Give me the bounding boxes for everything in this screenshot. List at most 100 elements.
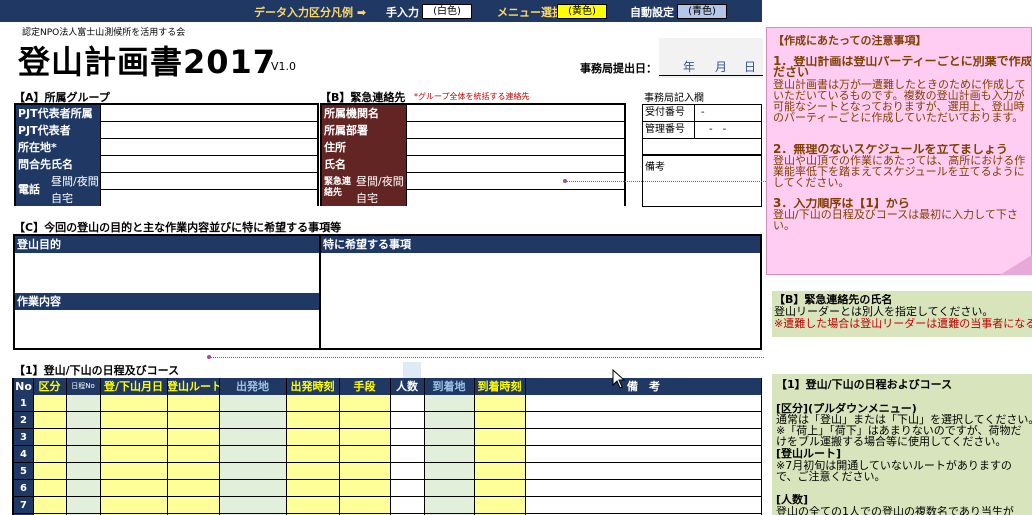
sched-col-departure: 出発地 [219,378,286,395]
b-home-label: 自宅 [354,190,406,206]
row-number: 1 [20,398,27,409]
note-body: 登山計画書は万が一遭難したときのために作成していただいているものです。複数の登山… [773,79,1026,123]
office-table: 受付番号 - 管理番号 - - [642,104,762,155]
note-heading: [区分](プルダウンメニュー) [776,403,917,414]
row-number: 4 [20,449,27,460]
work-input[interactable] [15,310,319,348]
sched-arrival-column [424,395,474,515]
sched-route-column[interactable] [167,395,219,515]
b-emergency-label: 緊急連絡先 [322,173,354,206]
notes-pink-title: 【作成にあたっての注意事項】 [773,35,927,46]
comment-dot [207,355,211,359]
reception-label: 受付番号 [643,105,695,122]
b-row-label: 所属機関名 [322,105,406,122]
sched-col-arrival: 到着地 [424,378,474,395]
notes-green-1-title: 【1】登山/下山の日程およびコース [776,379,953,390]
sched-arrtime-column[interactable] [474,395,525,515]
page-title: 登山計画書2017 [18,43,277,81]
notes-green-b-panel: 【B】緊急連絡先の氏名 登山リーダーとは別人を指定してください。 ※遭難した場合… [772,291,1032,337]
note-warning: ※7月初旬は開通していないルートがありますので、ご注意ください。 [776,460,1012,482]
sched-date-column[interactable] [100,395,167,515]
sched-col-route: 登山ルート [167,378,219,395]
reception-value[interactable]: - [695,105,761,122]
b-daynight-label: 昼間/夜間 [354,173,406,190]
comment-dot [563,179,567,183]
note-body: 登山リーダーとは別人を指定してください。 [774,306,994,317]
sched-departure-column [219,395,286,515]
submit-day: 日 [744,60,757,74]
purpose-header: 登山目的 [15,236,319,253]
sched-col-kubun: 区分 [33,378,66,395]
remarks-label: 備考 [645,162,665,173]
b-row-label: 所属部署 [322,122,406,139]
sched-col-date: 登/下山月日 [100,378,167,395]
sched-kubun-column[interactable] [33,395,66,515]
legend-auto-swatch: (青色) [677,4,727,19]
sched-col-no: No [14,378,33,395]
sched-means-column[interactable] [339,395,390,515]
notes-pink-panel: 【作成にあたっての注意事項】 1．登山計画は登山パーティーごとに別葉で作成してく… [766,27,1032,275]
sched-col-means: 手段 [339,378,390,395]
b-input-column[interactable] [406,105,624,206]
sched-people-column[interactable] [390,395,424,515]
submit-month: 月 [715,60,728,74]
sched-col-schedno: 日程No [66,378,100,395]
sched-schedno-column [66,395,100,515]
sched-col-remarks: 備 考 [525,378,762,395]
mouse-cursor-icon [612,369,626,389]
wishes-header: 特に希望する事項 [321,236,760,253]
a-phone-label: 電話 [16,173,49,206]
note-heading: [登山ルート] [776,448,842,459]
note-heading: 2．無理のないスケジュールを立てましょう [773,144,1008,155]
note-body: 通常は「登山」または「下山」を選択してください。 [776,414,1032,425]
sched-col-people: 人数 [390,378,424,395]
note-body: 登山/下山の日程及びコースは最初に入力して下さい。 [773,209,1018,231]
section-c-title: 【C】今回の登山の目的と主な作業内容並びに特に希望する事項等 [14,221,342,234]
a-row-label: PJT代表者 [16,122,100,139]
sched-deptime-column[interactable] [286,395,339,515]
b-row-label: 住所 [322,139,406,156]
sched-row-numbers: 1 2 3 4 5 6 7 [14,395,33,515]
note-body: 登山や山頂での作業にあたっては、高所における作業能率低下を踏まえてスケジュールを… [773,155,1026,188]
sched-col-deptime: 出発時刻 [286,378,339,395]
a-home-label: 自宅 [49,190,100,206]
row-number: 3 [20,432,27,443]
purpose-input[interactable] [15,253,319,293]
column-highlight [403,362,421,378]
section-c-table: 登山目的 作業内容 特に希望する事項 [13,234,762,350]
note-body: 登山の全ての1人での登山の複数名であり当生が [776,506,1014,515]
section-b-table: 所属機関名 所属部署 住所 氏名 緊急連絡先 昼間/夜間 自宅 [320,103,626,206]
schedule-table: No 区分 日程No 登/下山月日 登山ルート 出発地 出発時刻 手段 人数 到… [12,378,762,515]
section-b-note: *グループ全体を統括する連絡先 [414,92,530,101]
row-number: 2 [20,415,27,426]
notes-green-b-title: 【B】緊急連絡先の氏名 [774,294,893,305]
a-daynight-label: 昼間/夜間 [49,173,100,190]
work-header: 作業内容 [15,293,319,310]
management-value[interactable]: - - [695,122,761,139]
wishes-input[interactable] [321,253,760,348]
schedule-title: 【1】登山/下山の日程及びコース [14,364,180,377]
a-input-column[interactable] [100,105,317,206]
row-number: 5 [20,466,27,477]
legend-auto-label: 自動設定 [630,6,674,19]
legend-manual-label: 手入力 [386,6,419,19]
sched-remarks-column[interactable] [525,395,762,515]
legend-menu-label: メニュー選択 [497,6,563,19]
legend-manual-swatch: (白色) [422,4,472,19]
note-heading: 3．入力順序は【1】から [773,198,910,209]
comment-connector [209,357,764,358]
row-number: 7 [20,500,27,511]
note-heading: 1．登山計画は登山パーティーごとに別葉で作成してください [773,56,1032,78]
row-number: 6 [20,483,27,494]
comment-connector [565,181,770,182]
a-row-label: PJT代表者所属 [16,105,100,122]
management-label: 管理番号 [643,122,695,139]
legend-menu-swatch: (黄色) [557,4,607,19]
sched-col-arrtime: 到着時刻 [474,378,525,395]
submit-date-label: 事務局提出日： [580,62,657,75]
notes-green-1-panel: 【1】登山/下山の日程およびコース [区分](プルダウンメニュー) 通常は「登山… [772,374,1032,515]
note-heading: [人数] [776,494,809,505]
version-label: V1.0 [271,60,297,73]
note-warning: ※遭難した場合は登山リーダーは遭難の当事者になる [774,318,1032,329]
section-a-table: PJT代表者所属 PJT代表者 所在地* 問合先氏名 電話 昼間/夜間 自宅 [14,103,319,206]
